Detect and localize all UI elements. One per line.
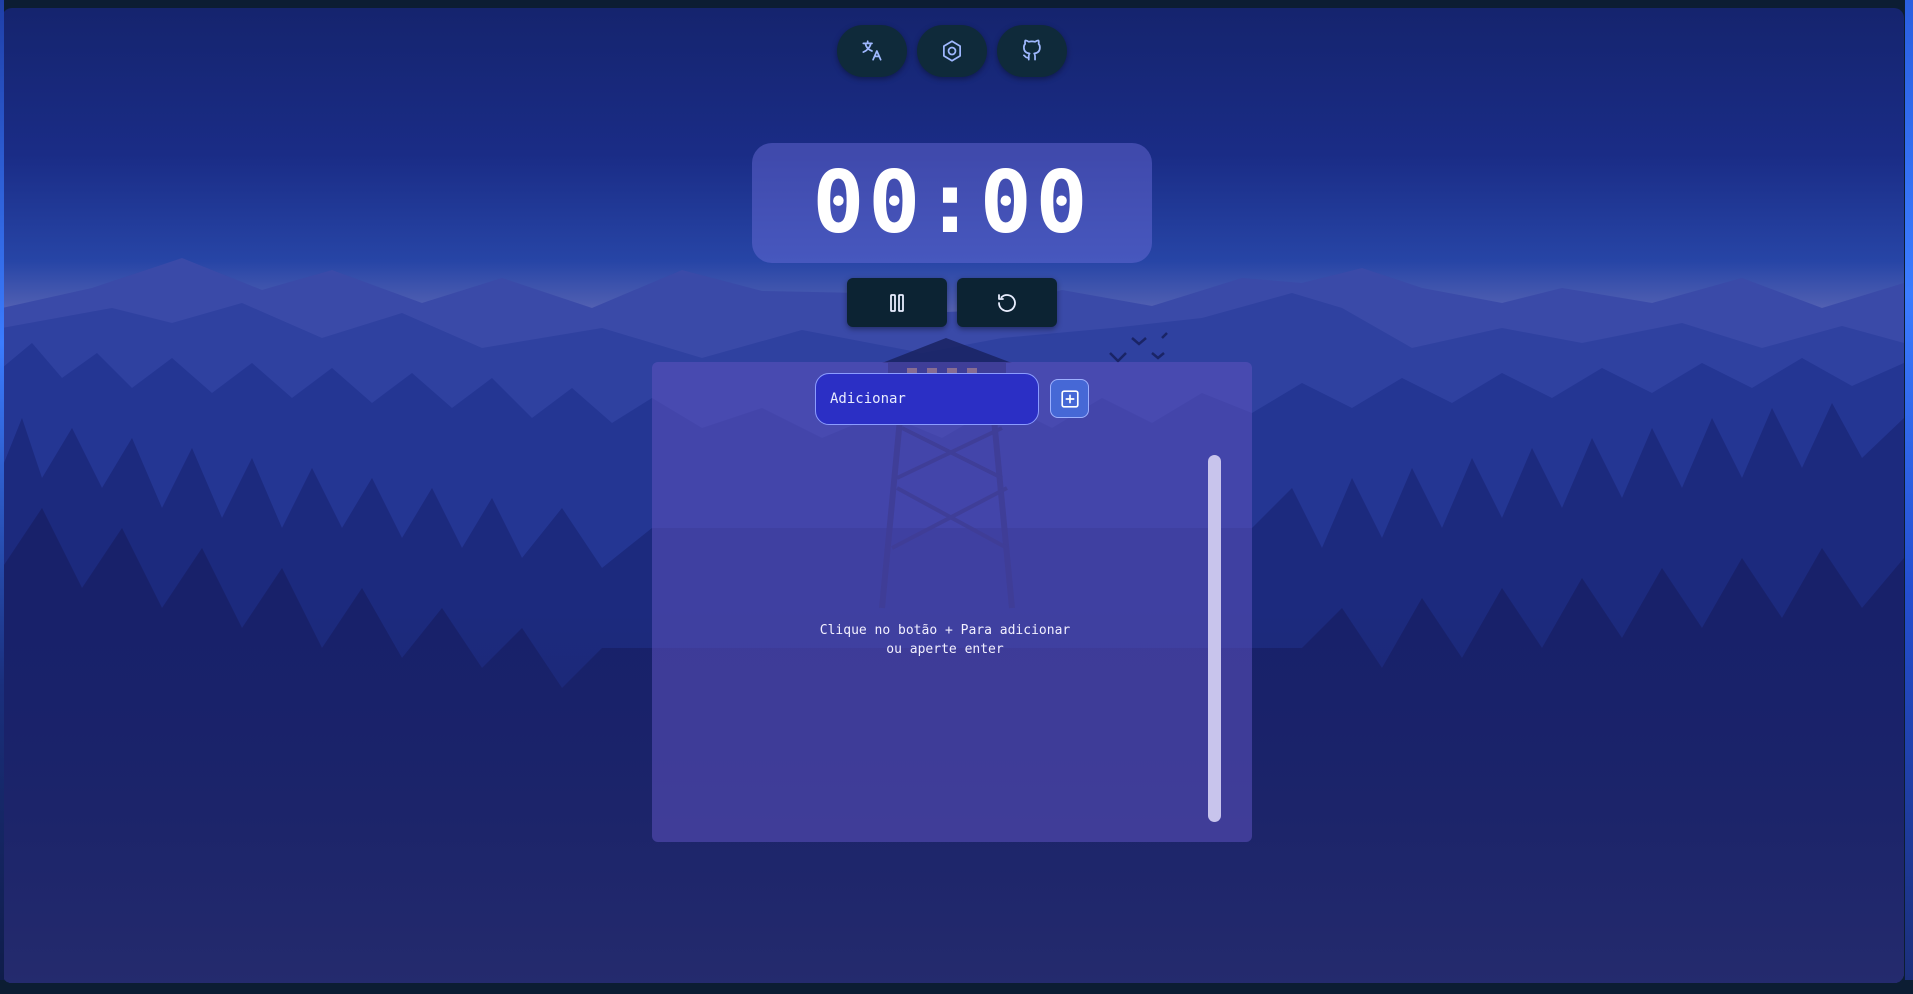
reset-icon <box>998 293 1016 312</box>
task-panel <box>652 362 1252 842</box>
settings-icon <box>943 40 961 62</box>
pause-button[interactable] <box>847 278 947 327</box>
empty-task-message: Clique no botão + Para adicionar ou aper… <box>780 621 1110 659</box>
reset-button[interactable] <box>957 278 1057 327</box>
empty-message-line1: Clique no botão + Para adicionar <box>819 623 1071 638</box>
translate-icon <box>862 40 882 61</box>
add-task-button[interactable] <box>1050 379 1089 418</box>
edge-glow-left <box>0 0 4 980</box>
plus-square-icon <box>1060 389 1079 408</box>
edge-glow-right <box>1905 0 1913 980</box>
timer-display: 00:00 <box>812 153 1092 253</box>
empty-message-line2: ou aperte enter <box>886 642 1004 657</box>
task-list-scrollbar[interactable] <box>1208 455 1221 822</box>
github-icon <box>1023 39 1041 61</box>
pause-icon <box>890 293 904 312</box>
github-button[interactable] <box>997 25 1067 77</box>
translate-button[interactable] <box>837 25 907 77</box>
task-input[interactable] <box>815 373 1039 425</box>
timer-panel: 00:00 <box>752 143 1152 263</box>
settings-button[interactable] <box>917 25 987 77</box>
